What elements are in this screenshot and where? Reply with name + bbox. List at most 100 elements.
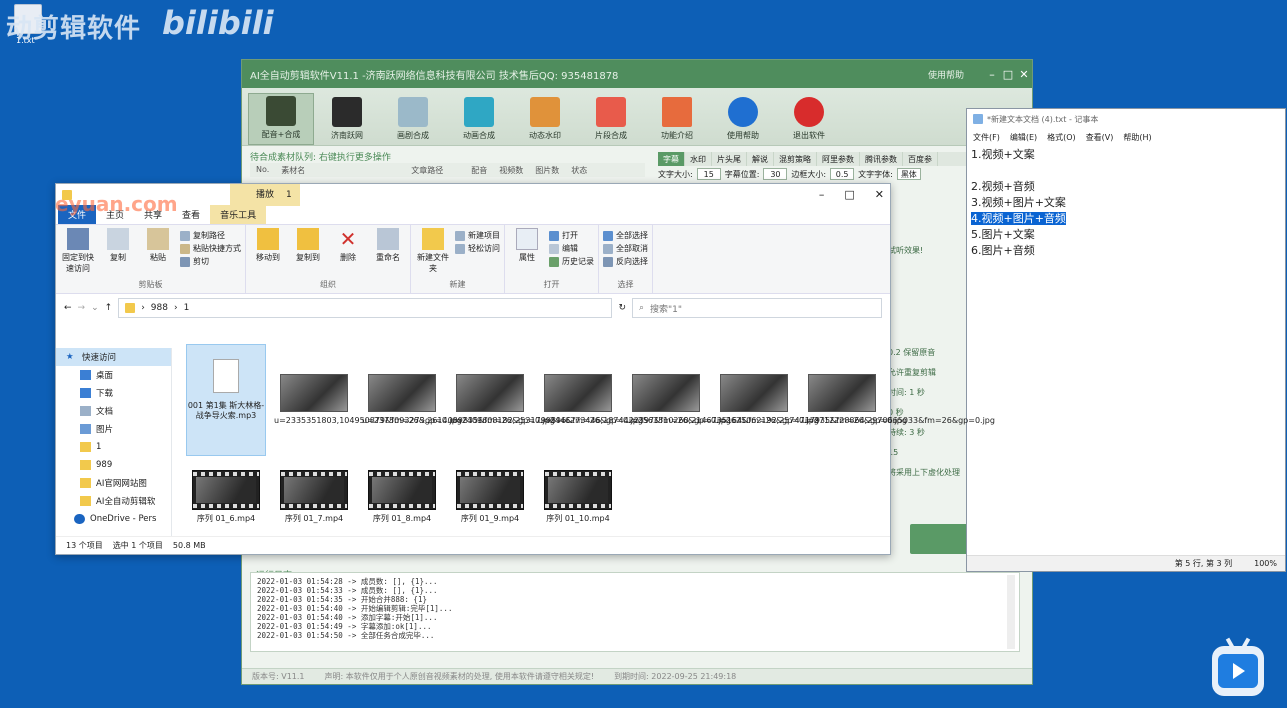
tool-picture[interactable]: 画剧合成 xyxy=(380,93,446,145)
tab-mix[interactable]: 混剪策略 xyxy=(774,152,817,166)
maximize-icon[interactable]: □ xyxy=(844,188,854,201)
file-item[interactable]: 序列 01_8.mp4 xyxy=(362,470,442,524)
tool-help[interactable]: 使用帮助 xyxy=(710,93,776,145)
edit-button[interactable]: 编辑 xyxy=(549,243,594,254)
invert-selection-button[interactable]: 反向选择 xyxy=(603,256,648,267)
forward-icon[interactable]: → xyxy=(78,303,86,313)
tool-dub-compose[interactable]: 配音+合成 xyxy=(248,93,314,145)
tool-animation[interactable]: 动画合成 xyxy=(446,93,512,145)
easy-access-button[interactable]: 轻松访问 xyxy=(455,243,500,254)
refresh-icon[interactable]: ↻ xyxy=(618,303,626,313)
document-icon xyxy=(80,406,91,416)
search-input[interactable]: ⌕ 搜索"1" xyxy=(632,298,882,318)
address-bar[interactable]: › 988 › 1 xyxy=(118,298,613,318)
file-item[interactable]: 序列 01_7.mp4 xyxy=(274,470,354,524)
nav-desktop[interactable]: 桌面 xyxy=(56,366,171,384)
minimize-icon[interactable]: – xyxy=(819,188,825,201)
tool-watermark[interactable]: 动态水印 xyxy=(512,93,578,145)
select-none-icon xyxy=(603,243,613,254)
select-all-button[interactable]: 全部选择 xyxy=(603,230,648,241)
menu-edit[interactable]: 编辑(E) xyxy=(1010,132,1037,143)
file-item[interactable]: u=2563510260,2146735164&fm=26&gp=0.jpg xyxy=(626,374,819,426)
copy-path-button[interactable]: 复制路径 xyxy=(180,230,241,241)
close-icon[interactable]: ✕ xyxy=(1016,68,1032,81)
tab-tencent[interactable]: 腾讯参数 xyxy=(860,152,903,166)
file-item[interactable]: 序列 01_10.mp4 xyxy=(538,470,618,524)
tab-narration[interactable]: 解说 xyxy=(747,152,774,166)
image-thumbnail xyxy=(632,374,700,412)
open-button[interactable]: 打开 xyxy=(549,230,594,241)
app-titlebar: AI全自动剪辑软件V11.1 -济南跃网络信息科技有限公司 技术售后QQ: 93… xyxy=(242,60,1032,88)
move-to-button[interactable]: 移动到 xyxy=(250,228,286,279)
properties-button[interactable]: 属性 xyxy=(509,228,545,279)
menu-file[interactable]: 文件(F) xyxy=(973,132,1000,143)
new-folder-button[interactable]: 新建文件夹 xyxy=(415,228,451,279)
new-item-button[interactable]: 新建项目 xyxy=(455,230,500,241)
minimize-icon[interactable]: – xyxy=(984,68,1000,81)
file-item[interactable]: u=2375093273,2614089835&fm=26&gp=0.jpg xyxy=(362,374,555,426)
notepad-text[interactable]: 1.视频+文案 2.视频+音频 3.视频+图片+文案 4.视频+图片+音频 5.… xyxy=(967,145,1285,261)
nav-downloads[interactable]: 下载 xyxy=(56,384,171,402)
tab-ali[interactable]: 阿里参数 xyxy=(817,152,860,166)
pin-button[interactable]: 固定到快速访问 xyxy=(60,228,96,279)
help-menu[interactable]: 使用帮助 xyxy=(928,68,964,81)
tab-watermark[interactable]: 水印 xyxy=(685,152,712,166)
file-item[interactable]: 001 第1集 斯大林格-战争导火索.mp3 xyxy=(186,344,266,456)
rename-button[interactable]: 重命名 xyxy=(370,228,406,279)
start-button[interactable] xyxy=(910,524,970,554)
back-icon[interactable]: ← xyxy=(64,303,72,313)
log-scrollbar[interactable] xyxy=(1007,575,1015,649)
close-icon[interactable]: ✕ xyxy=(875,188,884,201)
tab-view[interactable]: 查看 xyxy=(172,205,210,224)
nav-quick-access[interactable]: ★ 快速访问 xyxy=(56,348,171,366)
scissors-icon xyxy=(180,256,190,267)
nav-onedrive[interactable]: OneDrive - Pers xyxy=(56,510,171,528)
up-icon[interactable]: ↑ xyxy=(105,303,113,313)
desktop-icon xyxy=(80,370,91,380)
image-thumbnail xyxy=(720,374,788,412)
nav-folder-ai-soft[interactable]: AI全自动剪辑软 xyxy=(56,492,171,510)
menu-format[interactable]: 格式(O) xyxy=(1047,132,1076,143)
breadcrumb-988[interactable]: 988 xyxy=(151,303,168,313)
tool-exit[interactable]: 退出软件 xyxy=(776,93,842,145)
video-thumbnail xyxy=(544,470,612,510)
tool-intro[interactable]: 功能介绍 xyxy=(644,93,710,145)
clip-icon xyxy=(596,97,626,127)
paste-button[interactable]: 粘贴 xyxy=(140,228,176,279)
font-select[interactable]: 黑体 xyxy=(896,168,921,180)
nav-folder-ai-site[interactable]: AI官网网站图 xyxy=(56,474,171,492)
delete-button[interactable]: ✕ 删除 xyxy=(330,228,366,279)
file-item[interactable]: u=2335351803,104950879&fm=26&gp=0.jpg xyxy=(274,374,462,426)
file-item[interactable]: 序列 01_6.mp4 xyxy=(186,470,266,524)
file-item[interactable]: u=2712228864,2970665033&fm=26&gp=0.jpg xyxy=(802,374,995,426)
copy-button[interactable]: 复制 xyxy=(100,228,136,279)
history-button[interactable]: 历史记录 xyxy=(549,256,594,267)
file-item[interactable]: u=2409608182,2531799896&fm=26&gp=0.jpg xyxy=(450,374,643,426)
paste-shortcut-button[interactable]: 粘贴快捷方式 xyxy=(180,243,241,254)
nav-folder-1[interactable]: 1 xyxy=(56,438,171,456)
nav-pictures[interactable]: 图片 xyxy=(56,420,171,438)
menu-view[interactable]: 查看(V) xyxy=(1086,132,1114,143)
tool-clip[interactable]: 片段合成 xyxy=(578,93,644,145)
breadcrumb-1[interactable]: 1 xyxy=(184,303,190,313)
menu-help[interactable]: 帮助(H) xyxy=(1123,132,1151,143)
copy-to-button[interactable]: 复制到 xyxy=(290,228,326,279)
file-item[interactable]: u=2446273446,1874422397&fm=26&gp=0.jpg xyxy=(538,374,731,426)
font-size-input[interactable]: 15 xyxy=(696,168,721,180)
tab-subtitle[interactable]: 字幕 xyxy=(658,152,685,166)
tool-jinan[interactable]: 济南跃网 xyxy=(314,93,380,145)
tab-baidu[interactable]: 百度参 xyxy=(903,152,938,166)
select-none-button[interactable]: 全部取消 xyxy=(603,243,648,254)
nav-folder-989[interactable]: 989 xyxy=(56,456,171,474)
sub-pos-input[interactable]: 30 xyxy=(763,168,788,180)
border-input[interactable]: 0.5 xyxy=(830,168,855,180)
file-item[interactable]: 序列 01_9.mp4 xyxy=(450,470,530,524)
tab-music-tools[interactable]: 音乐工具 xyxy=(210,205,267,224)
nav-documents[interactable]: 文档 xyxy=(56,402,171,420)
file-item[interactable]: u=2625062192,2574717935&fm=26&gp=0.jpg xyxy=(714,374,907,426)
cut-button[interactable]: 剪切 xyxy=(180,256,241,267)
tab-intro-outro[interactable]: 片头尾 xyxy=(712,152,747,166)
audio-file-icon xyxy=(213,359,239,393)
chevron-down-icon[interactable]: ⌄ xyxy=(91,303,99,313)
maximize-icon[interactable]: □ xyxy=(1000,68,1016,81)
